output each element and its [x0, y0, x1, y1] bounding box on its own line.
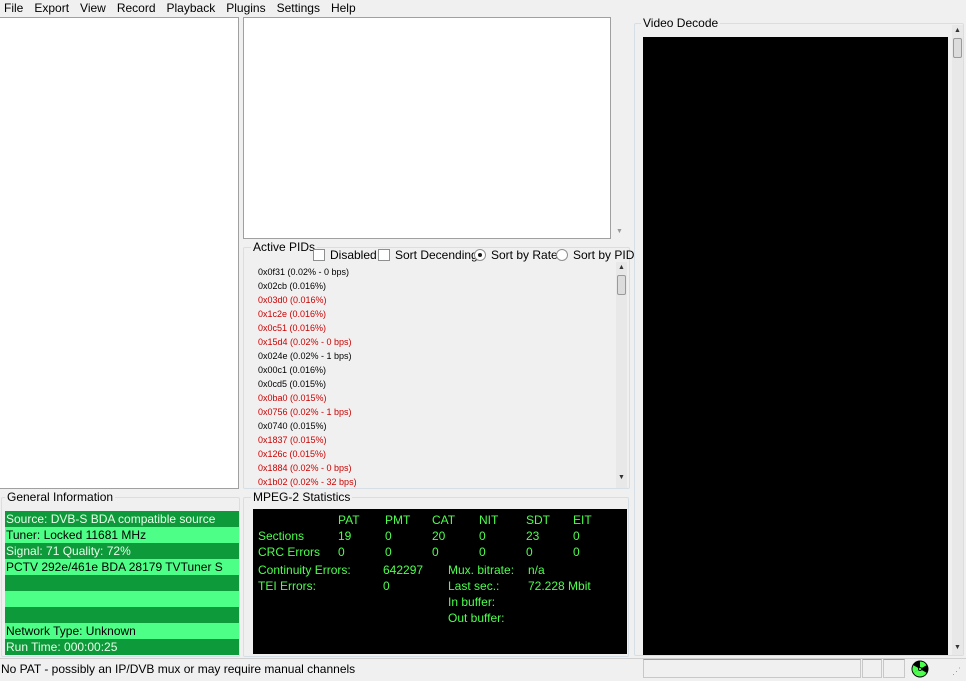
sections-pmt: 0 [385, 529, 392, 543]
continuity-errors-label: Continuity Errors: [258, 563, 351, 577]
video-scroll-down-icon[interactable]: ▼ [952, 642, 963, 653]
pid-list-scrollbar[interactable]: ▲ ▼ [616, 262, 627, 488]
pid-list-item[interactable]: 0x02cb (0.016%) [258, 281, 326, 292]
pid-list-item[interactable]: 0x0c51 (0.016%) [258, 323, 326, 334]
disabled-checkbox-box[interactable] [313, 249, 325, 261]
mux-bitrate-label: Mux. bitrate: [448, 563, 515, 577]
menu-view[interactable]: View [75, 1, 112, 15]
scroll-down-icon[interactable]: ▼ [616, 472, 627, 483]
pid-list-item[interactable]: 0x1c2e (0.016%) [258, 309, 326, 320]
crc-eit: 0 [573, 545, 580, 559]
video-scroll-up-icon[interactable]: ▲ [952, 25, 963, 36]
last-sec-label: Last sec.: [448, 579, 500, 593]
pid-list-item[interactable]: 0x15d4 (0.02% - 0 bps) [258, 337, 352, 348]
video-scroll-thumb[interactable] [953, 38, 962, 58]
menu-playback[interactable]: Playback [162, 1, 222, 15]
pid-list-item[interactable]: 0x0740 (0.015%) [258, 421, 327, 432]
sort-by-rate-label: Sort by Rate [491, 248, 558, 262]
sections-cat: 20 [432, 529, 446, 543]
last-sec-value: 72.228 Mbit [528, 579, 591, 593]
scroll-thumb[interactable] [617, 275, 626, 295]
menu-export[interactable]: Export [29, 1, 75, 15]
sort-by-pid-radio-dot[interactable] [556, 249, 568, 261]
menu-file[interactable]: File [0, 1, 29, 15]
general-info-label: General Information [5, 490, 116, 504]
general-info-row [5, 607, 239, 623]
general-info-row [5, 591, 239, 607]
general-info-row: Run Time: 000:00:25 [5, 639, 239, 655]
signal-status-icon [911, 660, 929, 678]
video-display[interactable] [643, 37, 948, 655]
scroll-up-icon[interactable]: ▲ [616, 262, 627, 273]
sort-by-rate-radio[interactable]: Sort by Rate [474, 248, 558, 262]
crc-cat: 0 [432, 545, 439, 559]
channel-tree[interactable] [0, 17, 239, 489]
general-info-row: PCTV 292e/461e BDA 28179 TVTuner S [5, 559, 239, 575]
sections-label: Sections [258, 529, 305, 543]
sort-by-pid-label: Sort by PID [573, 248, 635, 262]
sort-by-pid-radio[interactable]: Sort by PID [556, 248, 634, 262]
resize-grip-icon[interactable]: ⋰ [952, 665, 964, 677]
video-scrollbar[interactable]: ▲ ▼ [952, 25, 963, 655]
general-info-row: Signal: 71 Quality: 72% [5, 543, 239, 559]
crc-pat: 0 [338, 545, 345, 559]
continuity-errors-value: 642297 [383, 563, 424, 577]
menu-record[interactable]: Record [112, 1, 162, 15]
general-info-row [5, 575, 239, 591]
pid-list-item[interactable]: 0x1884 (0.02% - 0 bps) [258, 463, 352, 474]
pid-list-item[interactable]: 0x126c (0.015%) [258, 449, 326, 460]
disabled-checkbox-label: Disabled [330, 248, 377, 262]
col-eit: EIT [573, 513, 592, 527]
service-info-scroll-down-icon[interactable]: ▼ [614, 226, 625, 237]
sort-by-rate-radio-dot[interactable] [474, 249, 486, 261]
general-info-row: Source: DVB-S BDA compatible source [5, 511, 239, 527]
col-cat: CAT [432, 513, 456, 527]
sections-pat: 19 [338, 529, 352, 543]
pid-list-item[interactable]: 0x1b02 (0.02% - 32 bps) [258, 477, 357, 488]
service-info-box[interactable] [243, 17, 611, 239]
general-info-row: Network Type: Unknown [5, 623, 239, 639]
col-nit: NIT [479, 513, 499, 527]
sort-descending-checkbox[interactable]: Sort Decending [378, 248, 478, 262]
menu-settings[interactable]: Settings [272, 1, 326, 15]
sections-sdt: 23 [526, 529, 540, 543]
mpeg-stats-label: MPEG-2 Statistics [251, 490, 353, 504]
crc-label: CRC Errors [258, 545, 320, 559]
tei-errors-value: 0 [383, 579, 390, 593]
status-cell-3 [883, 659, 905, 678]
general-info-row: Tuner: Locked 11681 MHz [5, 527, 239, 543]
pid-list-item[interactable]: 0x00c1 (0.016%) [258, 365, 326, 376]
menu-bar: File Export View Record Playback Plugins… [0, 0, 966, 15]
crc-nit: 0 [479, 545, 486, 559]
menu-plugins[interactable]: Plugins [221, 1, 271, 15]
crc-pmt: 0 [385, 545, 392, 559]
col-pmt: PMT [385, 513, 411, 527]
status-message: No PAT - possibly an IP/DVB mux or may r… [1, 662, 356, 676]
tei-errors-label: TEI Errors: [258, 579, 317, 593]
mux-bitrate-value: n/a [528, 563, 545, 577]
out-buffer-label: Out buffer: [448, 611, 505, 625]
video-decode-label: Video Decode [641, 16, 721, 30]
sections-nit: 0 [479, 529, 486, 543]
pid-list-item[interactable]: 0x0f31 (0.02% - 0 bps) [258, 267, 349, 278]
status-cell-1 [643, 659, 861, 678]
pid-list-item[interactable]: 0x1837 (0.015%) [258, 435, 327, 446]
pid-list-item[interactable]: 0x0756 (0.02% - 1 bps) [258, 407, 352, 418]
col-sdt: SDT [526, 513, 550, 527]
sections-eit: 0 [573, 529, 580, 543]
sort-descending-checkbox-box[interactable] [378, 249, 390, 261]
pid-list-item[interactable]: 0x0ba0 (0.015%) [258, 393, 327, 404]
col-pat: PAT [338, 513, 360, 527]
menu-help[interactable]: Help [326, 1, 362, 15]
pid-list-item[interactable]: 0x03d0 (0.016%) [258, 295, 327, 306]
active-pids-label: Active PIDs [251, 240, 318, 254]
status-cell-2 [862, 659, 882, 678]
disabled-checkbox[interactable]: Disabled [313, 248, 377, 262]
pid-list-item[interactable]: 0x024e (0.02% - 1 bps) [258, 351, 352, 362]
pid-list-item[interactable]: 0x0cd5 (0.015%) [258, 379, 326, 390]
in-buffer-label: In buffer: [448, 595, 496, 609]
sort-descending-label: Sort Decending [395, 248, 478, 262]
crc-sdt: 0 [526, 545, 533, 559]
